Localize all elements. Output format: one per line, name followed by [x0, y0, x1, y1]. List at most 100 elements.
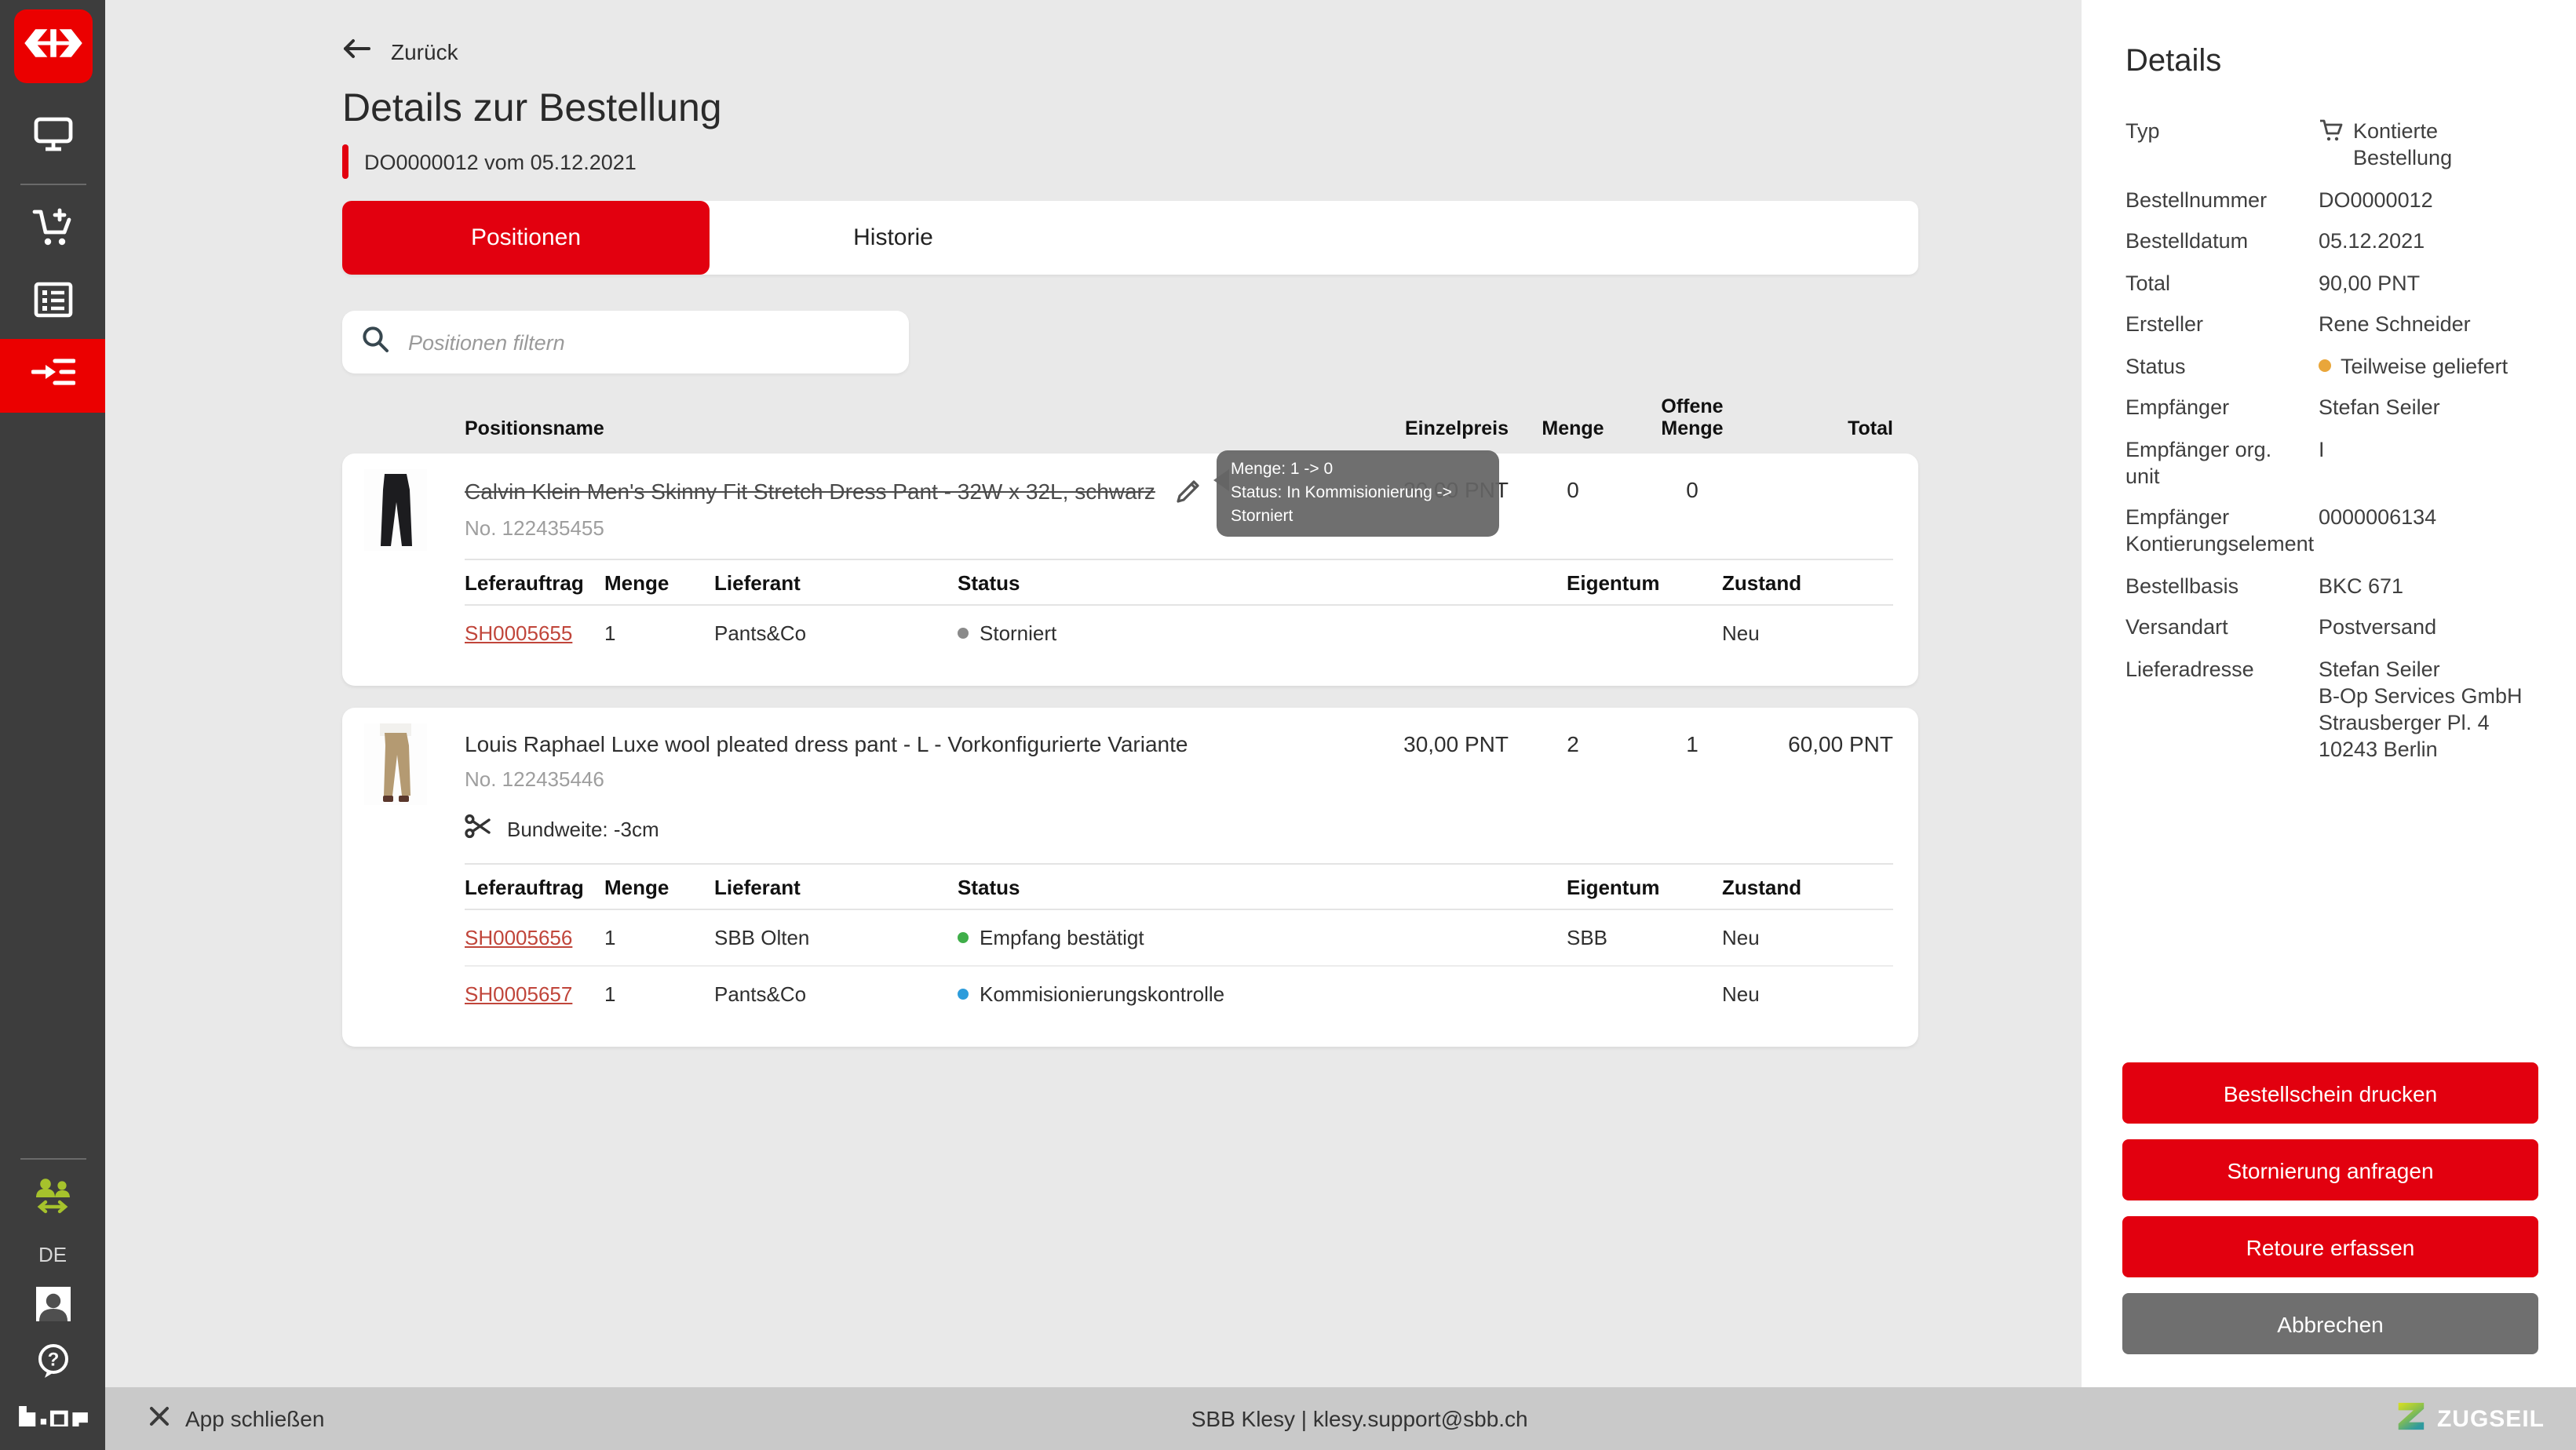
delivery-condition: Neu	[1722, 926, 1893, 949]
delivery-status: Kommisionierungskontrolle	[980, 982, 1224, 1006]
sidebar-item-dashboard[interactable]	[0, 102, 105, 174]
detail-value: 05.12.2021	[2319, 228, 2425, 254]
detail-row-total: Total 90,00 PNT	[2125, 269, 2538, 296]
status-dot	[958, 989, 969, 1000]
delivery-condition: Neu	[1722, 982, 1893, 1006]
col-status: Status	[958, 570, 1567, 594]
product-number: No. 122435446	[465, 767, 1352, 791]
delivery-qty: 1	[604, 621, 714, 645]
zugseil-z-icon	[2395, 1400, 2428, 1437]
search-icon	[361, 324, 389, 360]
user-session-info: SBB Klesy | klesy.support@sbb.ch	[324, 1406, 2395, 1431]
col-menge: Menge	[1509, 417, 1637, 439]
detail-value: 90,00 PNT	[2319, 269, 2420, 296]
status-dot	[958, 628, 969, 639]
col-positionsname: Positionsname	[342, 417, 1352, 439]
user-avatar[interactable]	[35, 1287, 70, 1321]
col-zustand: Zustand	[1722, 875, 1893, 898]
zugseil-wordmark: ZUGSEIL	[2437, 1405, 2545, 1432]
scissors-icon	[465, 813, 491, 844]
register-return-button[interactable]: Retoure erfassen	[2122, 1216, 2538, 1277]
col-leferauftrag: Leferauftrag	[465, 875, 604, 898]
footer-bar: App schließen SBB Klesy | klesy.support@…	[105, 1387, 2576, 1450]
deliveries-table-1: Leferauftrag Menge Lieferant Status Eige…	[465, 559, 1893, 676]
sidebar-item-cart-add[interactable]	[0, 195, 105, 267]
delivery-qty: 1	[604, 926, 714, 949]
cart-add-icon	[31, 206, 75, 255]
detail-value: Stefan Seiler	[2319, 394, 2440, 421]
delivery-ownership: SBB	[1567, 926, 1722, 949]
line-total: 60,00 PNT	[1747, 731, 1893, 791]
modification-row: Bundweite: -3cm	[465, 813, 1918, 844]
product-image-black-pants	[364, 469, 427, 551]
detail-row-bestelldatum: Bestelldatum 05.12.2021	[2125, 228, 2538, 254]
detail-value: Teilweise geliefert	[2341, 352, 2508, 379]
delivery-order-link[interactable]: SH0005656	[465, 926, 572, 949]
deliveries-header: Leferauftrag Menge Lieferant Status Eige…	[465, 865, 1893, 909]
product-image-khaki-pants	[364, 723, 427, 805]
sidebar-divider	[20, 184, 86, 185]
detail-row-status: Status Teilweise geliefert	[2125, 352, 2538, 379]
detail-value: Postversand	[2319, 614, 2436, 640]
address-line: Strausberger Pl. 4	[2319, 709, 2538, 735]
help-button[interactable]: ?	[0, 1337, 105, 1390]
order-ref-text: DO0000012 vom 05.12.2021	[364, 150, 637, 173]
arrow-into-list-icon	[31, 355, 75, 397]
col-lieferant: Lieferant	[714, 570, 958, 594]
sbb-logo-icon	[23, 27, 82, 65]
edit-pencil-icon[interactable]	[1174, 477, 1202, 505]
quantity: 0	[1509, 477, 1637, 540]
request-cancellation-button[interactable]: Stornierung anfragen	[2122, 1139, 2538, 1200]
positions-table-header: Positionsname Einzelpreis Menge Offene M…	[342, 395, 1918, 439]
delivery-status: Storniert	[980, 621, 1056, 645]
col-zustand: Zustand	[1722, 570, 1893, 594]
detail-row-empfaenger: Empfänger Stefan Seiler	[2125, 394, 2538, 421]
change-tooltip: Menge: 1 -> 0 Status: In Kommisionierung…	[1217, 450, 1499, 537]
people-switch-icon	[32, 1176, 73, 1222]
address-line: 10243 Berlin	[2319, 735, 2538, 762]
delivery-status: Empfang bestätigt	[980, 926, 1144, 949]
col-eigentum: Eigentum	[1567, 570, 1722, 594]
filter-searchbox[interactable]	[342, 311, 909, 373]
sidebar-divider-bottom	[20, 1158, 86, 1160]
col-leferauftrag: Leferauftrag	[465, 570, 604, 594]
print-order-button[interactable]: Bestellschein drucken	[2122, 1062, 2538, 1124]
language-selector[interactable]: DE	[38, 1243, 67, 1266]
product-name: Louis Raphael Luxe wool pleated dress pa…	[465, 731, 1352, 756]
detail-value: Kontierte Bestellung	[2353, 118, 2538, 171]
close-app-label: App schließen	[185, 1406, 324, 1431]
tab-historie[interactable]: Historie	[710, 201, 1077, 275]
svg-text:?: ?	[47, 1348, 59, 1369]
details-title: Details	[2125, 44, 2576, 80]
filter-input[interactable]	[405, 329, 890, 355]
cancel-button[interactable]: Abbrechen	[2122, 1293, 2538, 1354]
position-card-1: Calvin Klein Men's Skinny Fit Stretch Dr…	[342, 454, 1918, 686]
product-name-cancelled: Calvin Klein Men's Skinny Fit Stretch Dr…	[465, 479, 1155, 504]
order-form-icon	[32, 280, 73, 326]
col-eigentum: Eigentum	[1567, 875, 1722, 898]
detail-row-versandart: Versandart Postversand	[2125, 614, 2538, 640]
address-line: B-Op Services GmbH	[2319, 682, 2538, 709]
col-status: Status	[958, 875, 1567, 898]
delivery-row: SH0005656 1 SBB Olten Empfang bestätigt …	[465, 909, 1893, 965]
sidebar-item-goods-receipt-active[interactable]	[0, 339, 105, 413]
delivery-order-link[interactable]: SH0005655	[465, 621, 572, 645]
delivery-row: SH0005657 1 Pants&Co Kommisionierungskon…	[465, 965, 1893, 1022]
detail-row-bestellbasis: Bestellbasis BKC 671	[2125, 572, 2538, 599]
col-offene-menge: Offene Menge	[1637, 395, 1747, 439]
back-button[interactable]: Zurück	[342, 38, 1918, 64]
col-einzelpreis: Einzelpreis	[1352, 417, 1509, 439]
close-app-button[interactable]: App schließen	[149, 1406, 324, 1431]
sbb-logo-button[interactable]	[13, 9, 92, 83]
deliveries-table-2: Leferauftrag Menge Lieferant Status Eige…	[465, 863, 1893, 1037]
bop-logo	[18, 1406, 87, 1434]
tab-positionen[interactable]: Positionen	[342, 201, 710, 275]
open-quantity: 1	[1637, 731, 1747, 791]
delivery-supplier: SBB Olten	[714, 926, 958, 949]
help-icon: ?	[34, 1341, 71, 1386]
user-switch-button[interactable]	[0, 1169, 105, 1229]
monitor-icon	[32, 115, 73, 161]
details-panel: Details Typ Kontierte Bestellung Best	[2082, 0, 2576, 1387]
sidebar-item-orders[interactable]	[0, 267, 105, 339]
delivery-order-link[interactable]: SH0005657	[465, 982, 572, 1006]
